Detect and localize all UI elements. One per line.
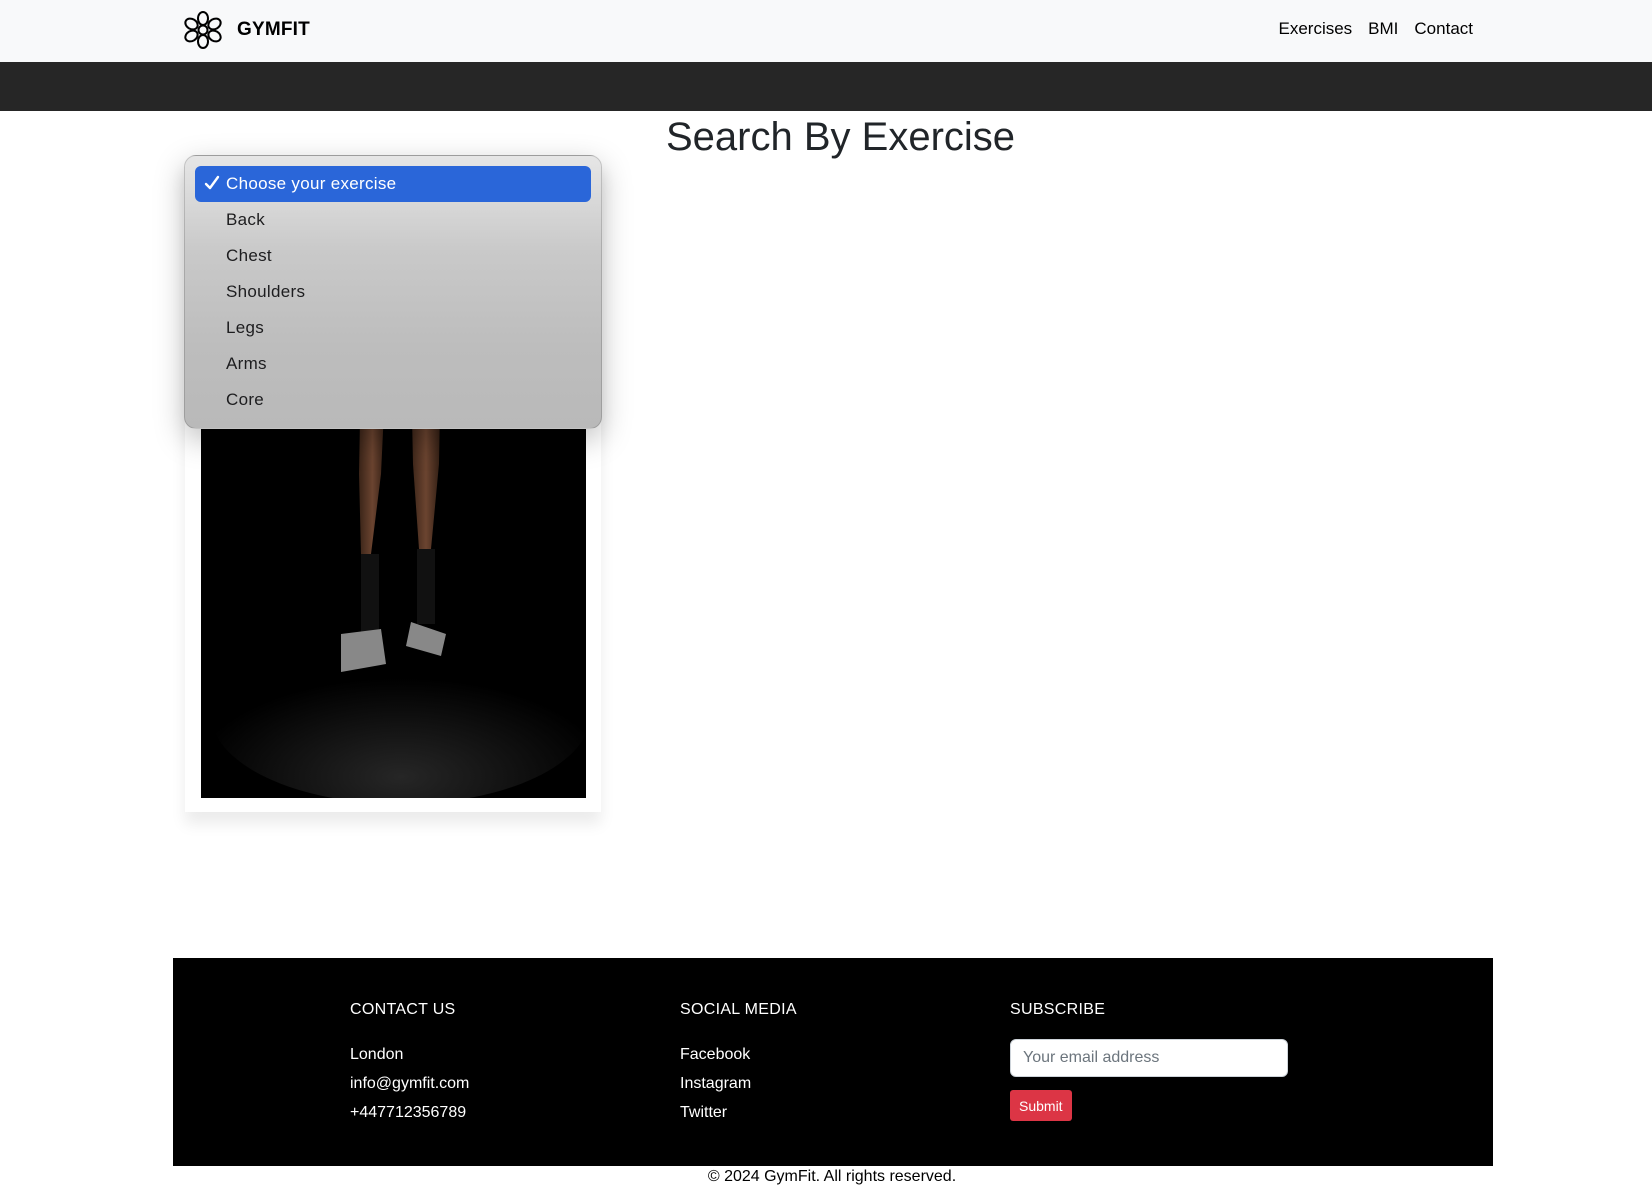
navbar: GYMFIT Exercises BMI Contact (0, 0, 1652, 62)
footer-social-section: SOCIAL MEDIA Facebook Instagram Twitter (680, 1000, 797, 1127)
hero-band (0, 62, 1652, 111)
select-option-label: Legs (226, 318, 265, 337)
select-option-label: Choose your exercise (226, 174, 397, 193)
select-option-back[interactable]: Back (195, 202, 591, 238)
exercise-select-dropdown[interactable]: Choose your exercise Back Chest Shoulder… (184, 155, 602, 429)
nav-contact-link[interactable]: Contact (1414, 19, 1473, 39)
footer-contact-email: info@gymfit.com (350, 1075, 470, 1092)
twitter-link[interactable]: Twitter (680, 1098, 797, 1127)
footer: CONTACT US London info@gymfit.com +44771… (173, 958, 1493, 1166)
select-option-legs[interactable]: Legs (195, 310, 591, 346)
brand-link[interactable]: GYMFIT (183, 8, 310, 52)
select-option-label: Chest (226, 246, 272, 265)
brand-name: GYMFIT (237, 19, 310, 40)
checkmark-icon (204, 175, 220, 190)
footer-contact-heading: CONTACT US (350, 1001, 456, 1018)
flower-logo-icon (184, 11, 222, 49)
select-option-shoulders[interactable]: Shoulders (195, 274, 591, 310)
footer-subscribe-heading: SUBSCRIBE (1010, 1001, 1106, 1018)
select-option-arms[interactable]: Arms (195, 346, 591, 382)
select-option-core[interactable]: Core (195, 382, 591, 418)
select-option-label: Back (226, 210, 265, 229)
submit-button[interactable]: Submit (1010, 1090, 1072, 1121)
nav-exercises-link[interactable]: Exercises (1278, 19, 1352, 39)
select-option-label: Core (226, 390, 265, 409)
nav-bmi-link[interactable]: BMI (1368, 19, 1398, 39)
email-input[interactable] (1010, 1039, 1288, 1077)
footer-contact-phone: +447712356789 (350, 1104, 467, 1121)
select-option-choose[interactable]: Choose your exercise (195, 166, 591, 202)
facebook-link[interactable]: Facebook (680, 1040, 797, 1069)
copyright-text: © 2024 GymFit. All rights reserved. (707, 1168, 957, 1185)
footer-social-heading: SOCIAL MEDIA (680, 1001, 797, 1018)
select-option-chest[interactable]: Chest (195, 238, 591, 274)
select-option-label: Arms (226, 354, 267, 373)
instagram-link[interactable]: Instagram (680, 1069, 797, 1098)
footer-contact-location: London (350, 1046, 404, 1063)
select-option-label: Shoulders (226, 282, 306, 301)
footer-contact-section: CONTACT US London info@gymfit.com +44771… (350, 1000, 469, 1127)
page-title: Search By Exercise (666, 115, 1016, 159)
footer-subscribe-section: SUBSCRIBE Submit (1010, 1000, 1288, 1121)
nav-links: Exercises BMI Contact (1278, 0, 1473, 58)
